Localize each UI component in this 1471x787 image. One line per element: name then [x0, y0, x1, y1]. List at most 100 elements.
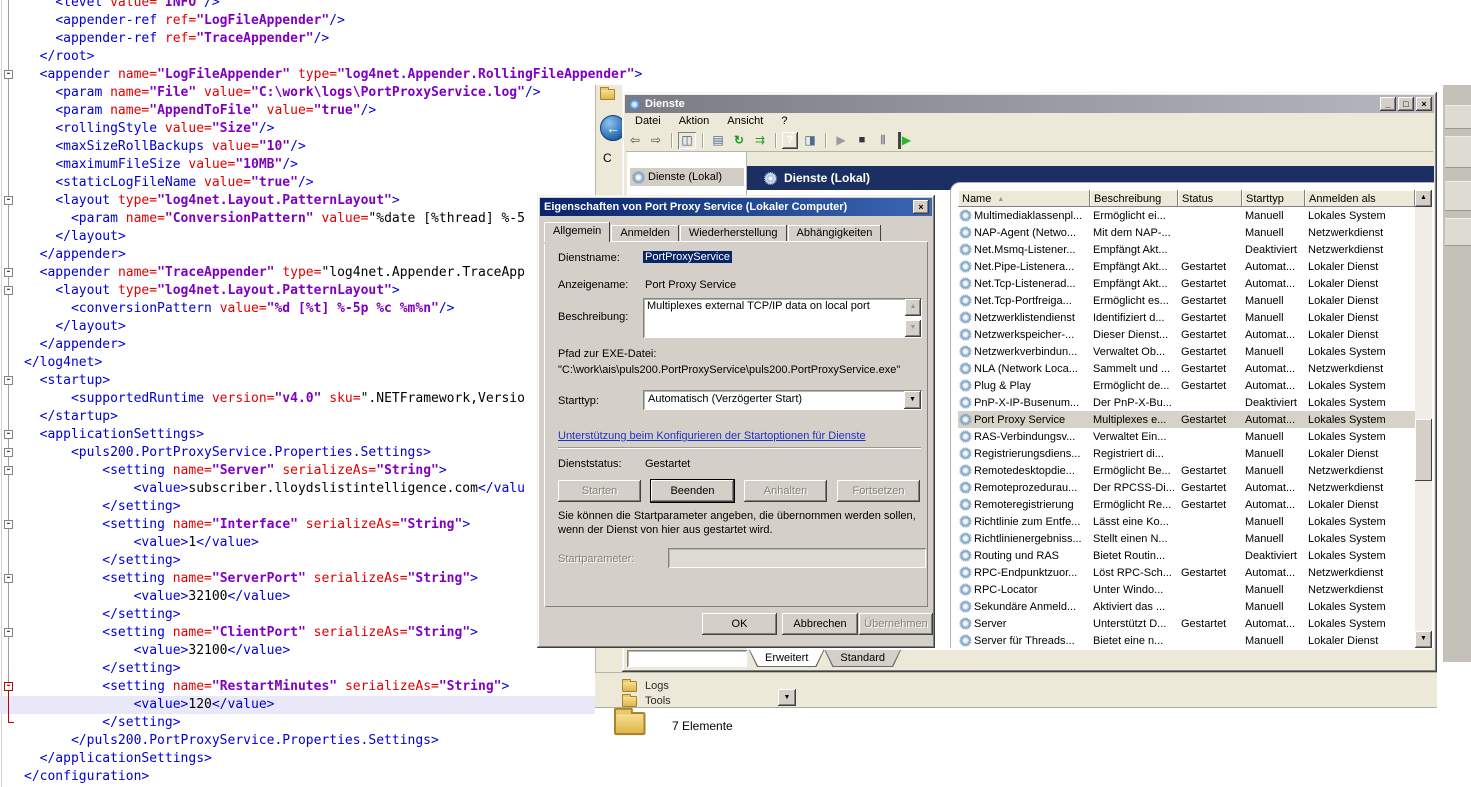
- service-row[interactable]: Plug & PlayErmöglicht de...GestartetAuto…: [958, 377, 1415, 394]
- service-gear-icon: [960, 210, 970, 220]
- minimize-button[interactable]: _: [1380, 97, 1396, 111]
- view-tab-erweitert[interactable]: Erweitert: [749, 650, 824, 667]
- forward-icon[interactable]: ⇨: [647, 132, 665, 149]
- dropdown-arrow-button[interactable]: ▼: [778, 689, 796, 706]
- service-row[interactable]: Richtlinie zum Entfe...Lässt eine Ko...M…: [958, 513, 1415, 530]
- service-row[interactable]: Netzwerkverbindun...Verwaltet Ob...Gesta…: [958, 343, 1415, 360]
- service-row[interactable]: RPC-Endpunktzuor...Löst RPC-Sch...Gestar…: [958, 564, 1415, 581]
- dialog-tab-allgemein[interactable]: Allgemein: [544, 222, 610, 242]
- service-row[interactable]: NetzwerklistendienstIdentifiziert d...Ge…: [958, 309, 1415, 326]
- folder-list-item[interactable]: Logs: [622, 680, 669, 692]
- fold-collapse-icon[interactable]: -: [4, 520, 13, 529]
- fold-collapse-icon[interactable]: -: [4, 70, 13, 79]
- service-row[interactable]: Net.Tcp-Portfreiga...Ermöglicht es...Ges…: [958, 292, 1415, 309]
- menu-ansicht[interactable]: Ansicht: [718, 114, 772, 130]
- starten-button[interactable]: Starten: [558, 480, 641, 502]
- column-header-name[interactable]: Name▲: [958, 190, 1090, 207]
- fold-collapse-icon[interactable]: -: [4, 286, 13, 295]
- textbox-scroll-up-icon[interactable]: ▲: [905, 299, 921, 316]
- abbrechen-button[interactable]: Abbrechen: [782, 613, 858, 635]
- close-button[interactable]: ×: [1416, 97, 1432, 111]
- service-row[interactable]: RemoteregistrierungErmöglicht Re...Gesta…: [958, 496, 1415, 513]
- menu-aktion[interactable]: Aktion: [670, 114, 719, 130]
- service-list-scrollbar[interactable]: ▲ ▼: [1415, 190, 1432, 648]
- refresh-icon[interactable]: ↻: [730, 132, 748, 149]
- ubernehmen-button[interactable]: Übernehmen: [859, 613, 933, 635]
- menu-datei[interactable]: Datei: [626, 114, 670, 130]
- scrollbar-thumb[interactable]: [1415, 419, 1432, 481]
- stop-service-icon[interactable]: ■: [853, 132, 871, 149]
- service-row[interactable]: Sekundäre Anmeld...Aktiviert das ...Manu…: [958, 598, 1415, 615]
- services-title-bar[interactable]: Dienste _ □ ×: [625, 95, 1434, 113]
- startparameter-input[interactable]: [668, 548, 926, 568]
- service-row[interactable]: Richtlinienergebniss...Stellt einen N...…: [958, 530, 1415, 547]
- startoptionen-help-link[interactable]: Unterstützung beim Konfigurieren der Sta…: [558, 430, 866, 442]
- fold-collapse-icon[interactable]: -: [4, 268, 13, 277]
- fold-collapse-icon[interactable]: -: [4, 682, 13, 691]
- dialog-title-bar[interactable]: Eigenschaften von Port Proxy Service (Lo…: [540, 198, 932, 216]
- dialog-tab-wiederherstellung[interactable]: Wiederherstellung: [680, 225, 787, 242]
- close-icon[interactable]: ×: [913, 200, 929, 214]
- fold-collapse-icon[interactable]: -: [4, 628, 13, 637]
- scroll-up-button[interactable]: ▲: [1415, 190, 1432, 207]
- beschreibung-textbox[interactable]: Multiplexes external TCP/IP data on loca…: [643, 298, 922, 338]
- service-row[interactable]: RPC-LocatorUnter Windo...ManuellNetzwerk…: [958, 581, 1415, 598]
- maximize-button[interactable]: □: [1398, 97, 1414, 111]
- ok-button[interactable]: OK: [702, 613, 777, 635]
- column-header-anmelden-als[interactable]: Anmelden als: [1305, 190, 1415, 207]
- service-row[interactable]: RAS-Verbindungsv...Verwaltet Ein...Manue…: [958, 428, 1415, 445]
- fold-collapse-icon[interactable]: -: [4, 448, 13, 457]
- service-row[interactable]: NAP-Agent (Netwo...Mit dem NAP-...Manuel…: [958, 224, 1415, 241]
- fortsetzen-button[interactable]: Fortsetzen: [837, 480, 920, 502]
- column-header-beschreibung[interactable]: Beschreibung: [1090, 190, 1178, 207]
- anhalten-button[interactable]: Anhalten: [744, 480, 827, 502]
- beenden-button[interactable]: Beenden: [651, 480, 734, 502]
- starttyp-combobox[interactable]: Automatisch (Verzögerter Start) ▼: [643, 390, 922, 410]
- console-tree-icon[interactable]: ◫: [678, 132, 696, 149]
- filter-field[interactable]: [627, 650, 747, 667]
- menu-?[interactable]: ?: [772, 114, 796, 130]
- pfad-value: "C:\work\ais\puls200.PortProxyService\pu…: [558, 364, 900, 376]
- dialog-tab-abhängigkeiten[interactable]: Abhängigkeiten: [788, 225, 882, 242]
- service-row[interactable]: Net.Pipe-Listenera...Empfängt Akt...Gest…: [958, 258, 1415, 275]
- service-row[interactable]: Port Proxy ServiceMultiplexes e...Gestar…: [958, 411, 1415, 428]
- service-row[interactable]: Netzwerkspeicher-...Dieser Dienst...Gest…: [958, 326, 1415, 343]
- service-row[interactable]: Net.Tcp-Listenerad...Empfängt Akt...Gest…: [958, 275, 1415, 292]
- pause-service-icon[interactable]: Ⅱ: [874, 132, 892, 149]
- view-tab-standard[interactable]: Standard: [824, 650, 901, 667]
- start-service-icon[interactable]: ▶: [832, 132, 850, 149]
- fold-collapse-icon[interactable]: -: [4, 430, 13, 439]
- service-row[interactable]: Net.Msmq-Listener...Empfängt Akt...Deakt…: [958, 241, 1415, 258]
- column-header-starttyp[interactable]: Starttyp: [1242, 190, 1305, 207]
- chevron-down-icon[interactable]: ▼: [904, 391, 921, 409]
- tree-item-dienste-lokal[interactable]: Dienste (Lokal): [630, 168, 744, 186]
- service-row[interactable]: ServerUnterstützt D...GestartetAutomat..…: [958, 615, 1415, 632]
- fold-collapse-icon[interactable]: -: [4, 196, 13, 205]
- service-row[interactable]: Routing und RASBietet Routin...Deaktivie…: [958, 547, 1415, 564]
- service-row[interactable]: Registrierungsdiens...Registriert di...M…: [958, 445, 1415, 462]
- service-row[interactable]: Remoteprozedurau...Der RPCSS-Di...Gestar…: [958, 479, 1415, 496]
- service-row[interactable]: Server für Threads...Bietet eine n...Man…: [958, 632, 1415, 647]
- service-row[interactable]: Multimediaklassenpl...Ermöglicht ei...Ma…: [958, 207, 1415, 224]
- fold-collapse-icon[interactable]: -: [4, 466, 13, 475]
- properties-icon[interactable]: ▤: [709, 132, 727, 149]
- service-description: Ermöglicht Be...: [1089, 464, 1177, 477]
- service-row[interactable]: NLA (Network Loca...Sammelt und ...Gesta…: [958, 360, 1415, 377]
- dienstname-value[interactable]: PortProxyService: [643, 251, 732, 263]
- fold-collapse-icon[interactable]: -: [4, 376, 13, 385]
- scroll-down-button[interactable]: ▼: [1415, 631, 1432, 648]
- textbox-scroll-down-icon[interactable]: ▼: [905, 320, 921, 337]
- export-list-icon[interactable]: ⇉: [751, 132, 769, 149]
- restart-service-icon[interactable]: ▶: [898, 132, 912, 149]
- folder-list-item[interactable]: Tools: [622, 695, 671, 707]
- fold-collapse-icon[interactable]: -: [4, 574, 13, 583]
- service-row[interactable]: PnP-X-IP-Busenum...Der PnP-X-Bu...Deakti…: [958, 394, 1415, 411]
- help-icon[interactable]: ?: [782, 132, 798, 149]
- service-starttype: Automat...: [1241, 328, 1304, 341]
- column-header-status[interactable]: Status: [1178, 190, 1242, 207]
- service-description: Ermöglicht de...: [1089, 379, 1177, 392]
- extended-view-icon[interactable]: ◨: [801, 132, 819, 149]
- back-icon[interactable]: ⇦: [626, 132, 644, 149]
- service-row[interactable]: Remotedesktopdie...Ermöglicht Be...Gesta…: [958, 462, 1415, 479]
- dialog-tab-anmelden[interactable]: Anmelden: [611, 225, 679, 242]
